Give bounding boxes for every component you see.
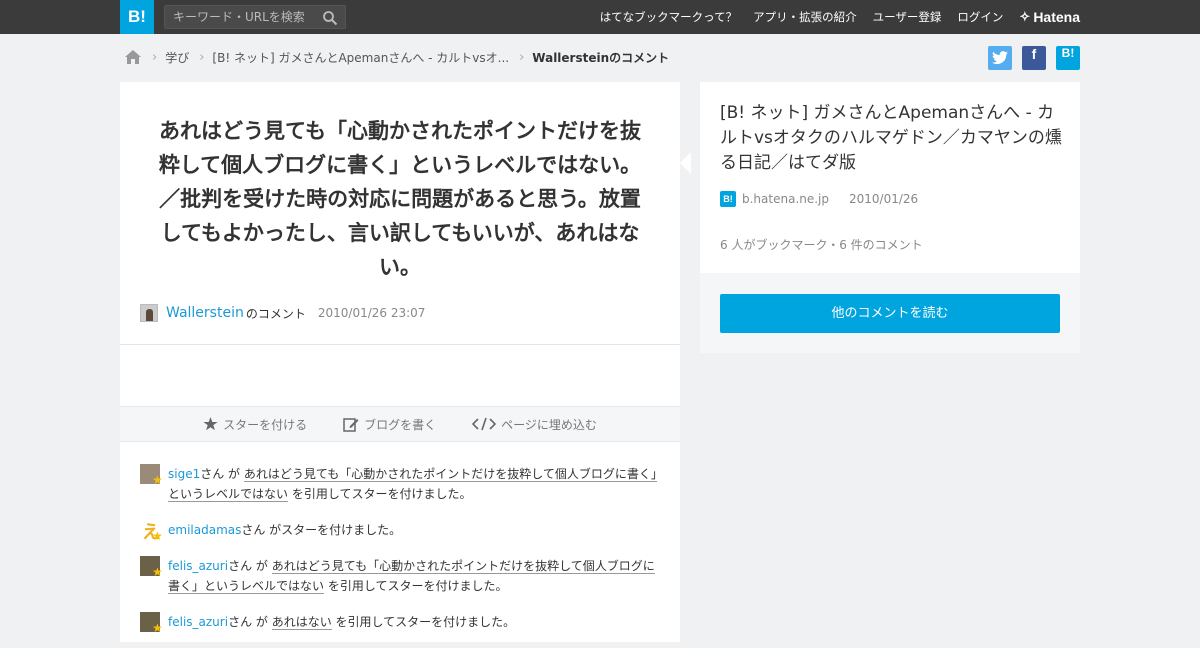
site-favicon-icon: B! bbox=[720, 191, 736, 207]
home-icon[interactable] bbox=[124, 49, 142, 65]
comment-date[interactable]: 2010/01/26 23:07 bbox=[318, 306, 426, 320]
user-link[interactable]: sige1 bbox=[168, 467, 200, 481]
read-other-comments-button[interactable]: 他のコメントを読む bbox=[720, 294, 1060, 333]
add-star-button[interactable]: スターを付ける bbox=[203, 416, 307, 433]
chevron-right-icon: › bbox=[519, 49, 525, 65]
avatar[interactable] bbox=[140, 304, 158, 322]
user-link[interactable]: felis_azuri bbox=[168, 615, 228, 629]
chevron-right-icon: › bbox=[152, 49, 158, 65]
entry-date: 2010/01/26 bbox=[849, 192, 919, 206]
search-input[interactable] bbox=[173, 9, 318, 25]
entry-card: [B! ネット] ガメさんとApemanさんへ - カルトvsオタクのハルマゲド… bbox=[700, 82, 1080, 273]
hatena-brand-link[interactable]: ✧ Hatena bbox=[1019, 9, 1080, 25]
write-blog-button[interactable]: ブログを書く bbox=[343, 416, 436, 433]
avatar[interactable]: ★ bbox=[140, 464, 163, 486]
entry-title[interactable]: [B! ネット] ガメさんとApemanさんへ - カルトvsオタクのハルマゲド… bbox=[720, 101, 1065, 176]
avatar[interactable]: ★ bbox=[140, 556, 163, 578]
twitter-icon bbox=[992, 51, 1008, 65]
comment-card: あれはどう見ても「心動かされたポイントだけを抜粋して個人ブログに書く」というレベ… bbox=[120, 82, 680, 642]
entry-domain[interactable]: b.hatena.ne.jp bbox=[742, 192, 829, 206]
star-text: さん が bbox=[228, 559, 272, 573]
embed-label: ページに埋め込む bbox=[501, 417, 597, 432]
entry-meta: B! b.hatena.ne.jp 2010/01/26 bbox=[720, 191, 918, 207]
nav-apps[interactable]: アプリ・拡張の紹介 bbox=[753, 9, 857, 25]
hatena-brand-label: Hatena bbox=[1033, 9, 1080, 25]
user-link[interactable]: emiladamas bbox=[168, 523, 241, 537]
quoted-text[interactable]: あれはない bbox=[271, 615, 332, 630]
hatena-bookmark-share-button[interactable]: B! bbox=[1056, 46, 1080, 70]
avatar[interactable]: え ★ bbox=[140, 520, 163, 543]
star-text: さん がスターを付けました。 bbox=[241, 523, 402, 537]
star-text: さん が bbox=[228, 615, 272, 629]
embed-button[interactable]: ページに埋め込む bbox=[472, 416, 597, 433]
nav-login[interactable]: ログイン bbox=[957, 9, 1003, 25]
edit-icon bbox=[343, 417, 359, 432]
divider bbox=[120, 344, 680, 345]
top-nav: はてなブックマークって？ アプリ・拡張の紹介 ユーザー登録 ログイン ✧ Hat… bbox=[584, 0, 1080, 34]
star-icon bbox=[203, 417, 218, 431]
user-link[interactable]: felis_azuri bbox=[168, 559, 228, 573]
code-icon bbox=[472, 417, 497, 431]
bookmark-count[interactable]: 6 人がブックマーク・6 件のコメント bbox=[720, 236, 923, 253]
search-box[interactable] bbox=[164, 5, 346, 29]
search-icon[interactable] bbox=[322, 10, 338, 26]
list-item: ★ sige1さん が あれはどう見ても「心動かされたポイントだけを抜粋して個人… bbox=[140, 464, 660, 504]
star-text: を引用してスターを付けました。 bbox=[331, 615, 516, 629]
write-blog-label: ブログを書く bbox=[364, 417, 437, 432]
card-pointer bbox=[680, 152, 691, 174]
action-bar: スターを付ける ブログを書く ページに埋め込む bbox=[120, 406, 680, 442]
star-text: を引用してスターを付けました。 bbox=[288, 487, 472, 501]
hatena-mark-icon: ✧ bbox=[1019, 9, 1031, 24]
entry-footer: 他のコメントを読む bbox=[700, 273, 1080, 353]
list-item: ★ felis_azuriさん が あれはどう見ても「心動かされたポイントだけを… bbox=[140, 556, 660, 596]
top-bar: B! はてなブックマークって？ アプリ・拡張の紹介 ユーザー登録 ログイン ✧ … bbox=[0, 0, 1200, 34]
star-list: ★ sige1さん が あれはどう見ても「心動かされたポイントだけを抜粋して個人… bbox=[140, 464, 660, 648]
breadcrumb-entry[interactable]: [B! ネット] ガメさんとApemanさんへ - カルトvsオ... bbox=[212, 49, 509, 66]
list-item: え ★ emiladamasさん がスターを付けました。 bbox=[140, 520, 660, 543]
list-item: ★ felis_azuriさん が あれはない を引用してスターを付けました。 bbox=[140, 612, 660, 634]
facebook-share-button[interactable]: f bbox=[1022, 46, 1046, 70]
nav-about[interactable]: はてなブックマークって？ bbox=[600, 9, 737, 25]
chevron-right-icon: › bbox=[199, 49, 205, 65]
breadcrumb-category[interactable]: 学び bbox=[165, 49, 189, 66]
author-link[interactable]: Wallerstein bbox=[166, 305, 244, 321]
comment-author-row: Wallerstein のコメント 2010/01/26 23:07 bbox=[140, 304, 425, 322]
hatena-bookmark-logo[interactable]: B! bbox=[120, 0, 154, 34]
comment-text: あれはどう見ても「心動かされたポイントだけを抜粋して個人ブログに書く」というレベ… bbox=[158, 119, 642, 279]
avatar[interactable]: ★ bbox=[140, 612, 163, 634]
breadcrumb-current: Wallersteinのコメント bbox=[532, 50, 670, 65]
star-text: さん が bbox=[200, 467, 244, 481]
twitter-share-button[interactable] bbox=[988, 46, 1012, 70]
nav-register[interactable]: ユーザー登録 bbox=[873, 9, 942, 25]
add-star-label: スターを付ける bbox=[223, 417, 308, 432]
breadcrumb: › 学び › [B! ネット] ガメさんとApemanさんへ - カルトvsオ.… bbox=[124, 47, 669, 67]
author-suffix: のコメント bbox=[245, 306, 306, 321]
star-text: を引用してスターを付けました。 bbox=[324, 579, 508, 593]
